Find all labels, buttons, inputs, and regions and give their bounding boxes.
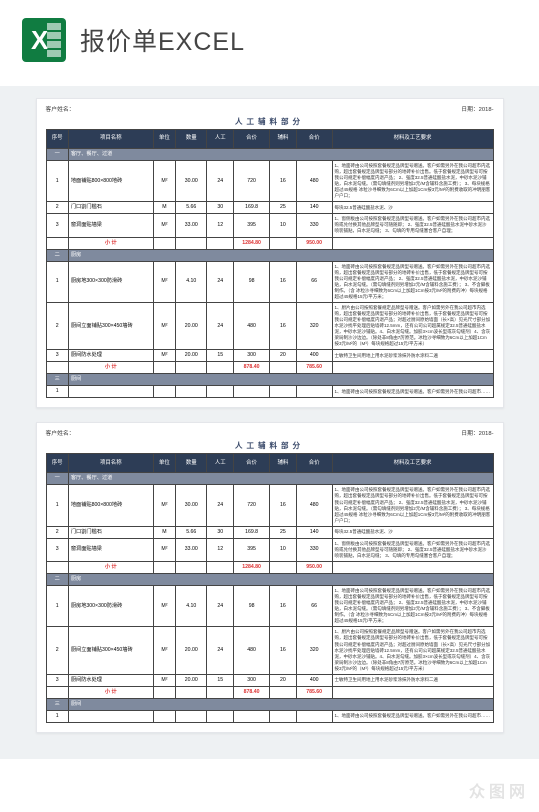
table-row: 11、地面砖由公司按照套餐规定品牌型号赠送。客户如需另外在我公司超市…… [46, 386, 493, 398]
date-label: 日期：2018- [461, 431, 493, 439]
date-label: 日期：2018- [461, 107, 493, 115]
table-row: 1地面铺贴800×800地砖M²30.0024720164801、地面砖由公司按… [46, 160, 493, 201]
preview-area: 客户姓名： 日期：2018- 人工辅料部分 序号 项目名称 单位 数量 人工 合… [0, 86, 539, 759]
client-label: 客户姓名： [46, 107, 75, 115]
col-8: 材料及工艺要求 [332, 129, 493, 148]
subtotal-row: 小 计878.40785.60 [46, 362, 493, 374]
col-0: 序号 [46, 129, 68, 148]
quote-table: 序号项目名称单位数量人工合价辅料合价材料及工艺要求 一客厅、餐厅、过道 1地面铺… [46, 453, 494, 723]
table-row: 2门口割门槛石M5.6630169.825140每块32.5普通硅酸盐水泥、沙 [46, 202, 493, 214]
excel-icon [22, 18, 66, 62]
sheet-preview-2: 客户姓名： 日期：2018- 人工辅料部分 序号项目名称单位数量人工合价辅料合价… [36, 422, 504, 732]
sec-title: 厨房 [68, 249, 493, 261]
col-1: 项目名称 [68, 129, 153, 148]
page-title: 报价单EXCEL [80, 22, 245, 58]
quote-table: 序号 项目名称 单位 数量 人工 合价 辅料 合价 材料及工艺要求 一客厅、餐厅… [46, 129, 494, 399]
sec-no: 一 [46, 148, 68, 160]
section-title: 人工辅料部分 [46, 117, 494, 127]
col-2: 单位 [153, 129, 175, 148]
client-label: 客户姓名： [46, 431, 75, 439]
col-4: 人工 [207, 129, 234, 148]
col-5: 合价 [234, 129, 270, 148]
table-row: 3厨间防水处理M²20.001530020400士敏特卫生间用地上用水泥砂浆涂抹… [46, 350, 493, 362]
col-6: 辅料 [269, 129, 296, 148]
sec-no: 三 [46, 374, 68, 386]
subtotal-row: 小 计1284.80950.00 [46, 237, 493, 249]
table-row: 3窗洞面贴墙梁M²33.0012395103301、窗侧板由公司按照套餐规定品牌… [46, 214, 493, 237]
sec-title: 厨间 [68, 374, 493, 386]
table-row: 2厨间立面铺贴300×450墙砖M²20.0024480163201、厨片由公司… [46, 302, 493, 349]
sheet-preview-1: 客户姓名： 日期：2018- 人工辅料部分 序号 项目名称 单位 数量 人工 合… [36, 98, 504, 408]
section-title: 人工辅料部分 [46, 441, 494, 451]
col-7: 合价 [296, 129, 332, 148]
col-3: 数量 [176, 129, 207, 148]
sec-title: 客厅、餐厅、过道 [68, 148, 493, 160]
table-row: 1厨房地300×300防滑砖M²4.10249816661、地面砖由公司按照套餐… [46, 261, 493, 302]
sec-no: 二 [46, 249, 68, 261]
watermark: 众图网 [469, 778, 529, 802]
